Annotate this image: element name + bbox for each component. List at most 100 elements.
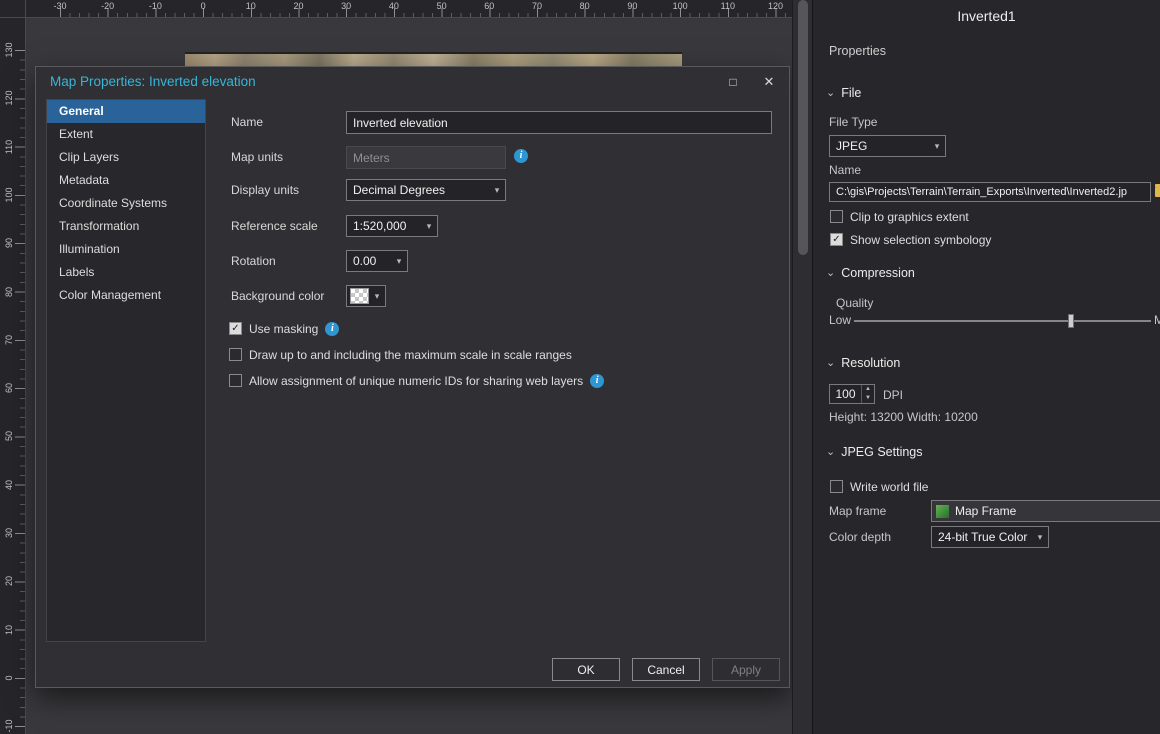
color-depth-dropdown[interactable]: 24-bit True Color ▾ <box>931 526 1049 548</box>
ruler-label: -10 <box>4 720 14 733</box>
sidebar-item-general[interactable]: General <box>47 100 205 123</box>
dpi-spinner[interactable]: 100 ▲ ▼ <box>829 384 875 404</box>
rotation-dropdown[interactable]: 0.00 ▾ <box>346 250 408 272</box>
compression-section-title: Compression <box>841 266 915 280</box>
ok-button[interactable]: OK <box>552 658 620 681</box>
selection-symbology-label[interactable]: Show selection symbology <box>850 233 991 247</box>
rotation-label: Rotation <box>231 254 276 268</box>
dialog-titlebar[interactable]: Map Properties: Inverted elevation □ ✕ <box>36 67 789 97</box>
clip-graphics-checkbox[interactable] <box>830 210 843 223</box>
sidebar-item-color-management[interactable]: Color Management <box>47 284 205 307</box>
file-section-header[interactable]: ⌄ File <box>826 86 861 100</box>
ruler-label: -10 <box>149 1 162 11</box>
sidebar-item-clip-layers[interactable]: Clip Layers <box>47 146 205 169</box>
close-icon[interactable]: ✕ <box>753 71 785 93</box>
compression-section-header[interactable]: ⌄ Compression <box>826 266 915 280</box>
reference-scale-dropdown[interactable]: 1:520,000 ▾ <box>346 215 438 237</box>
map-frame-label: Map frame <box>829 504 886 518</box>
unique-ids-checkbox[interactable] <box>229 374 242 387</box>
dpi-value: 100 <box>830 385 861 403</box>
vertical-ruler: 1301201101009080706050403020100-10 <box>0 18 26 734</box>
clip-graphics-label[interactable]: Clip to graphics extent <box>850 210 969 224</box>
export-pane: Inverted1 Properties ⌄ File File Type JP… <box>812 0 1160 734</box>
ruler-label: 110 <box>721 1 735 11</box>
dialog-title: Map Properties: Inverted elevation <box>50 74 256 89</box>
dpi-label: DPI <box>883 388 903 402</box>
dimensions-label: Height: 13200 Width: 10200 <box>829 410 978 424</box>
browse-folder-icon[interactable] <box>1155 187 1160 197</box>
ruler-label: 20 <box>4 576 14 586</box>
ruler-label: 120 <box>4 91 14 106</box>
quality-slider-track[interactable] <box>854 320 1151 322</box>
selection-symbology-row: ✓ Show selection symbology <box>830 232 991 247</box>
jpeg-settings-section-title: JPEG Settings <box>841 445 922 459</box>
map-frame-dropdown[interactable]: Map Frame ▾ <box>931 500 1160 522</box>
resolution-section-header[interactable]: ⌄ Resolution <box>826 356 900 370</box>
ruler-label: 50 <box>4 431 14 441</box>
ruler-label: 100 <box>4 187 14 202</box>
properties-label: Properties <box>829 44 886 58</box>
world-file-label[interactable]: Write world file <box>850 480 928 494</box>
chevron-down-icon: ▾ <box>489 185 505 196</box>
apply-button: Apply <box>712 658 780 681</box>
ruler-label: 60 <box>484 1 494 11</box>
color-depth-label: Color depth <box>829 530 891 544</box>
quality-slider-handle[interactable] <box>1068 314 1074 328</box>
dialog-content: Name Map units i Display units Decimal D… <box>216 99 782 644</box>
name-input[interactable] <box>346 111 772 134</box>
draw-up-to-label[interactable]: Draw up to and including the maximum sca… <box>249 348 572 362</box>
selection-symbology-checkbox[interactable]: ✓ <box>830 233 843 246</box>
file-type-dropdown[interactable]: JPEG ▾ <box>829 135 946 157</box>
chevron-down-icon: ⌄ <box>826 447 835 457</box>
ruler-label: 40 <box>4 480 14 490</box>
ruler-label: 40 <box>389 1 399 11</box>
ruler-label: -30 <box>53 1 66 11</box>
unique-ids-label[interactable]: Allow assignment of unique numeric IDs f… <box>249 374 583 388</box>
draw-up-to-checkbox[interactable] <box>229 348 242 361</box>
quality-low-label: Low <box>829 313 851 327</box>
jpeg-settings-section-header[interactable]: ⌄ JPEG Settings <box>826 445 923 459</box>
rotation-value: 0.00 <box>347 254 391 268</box>
check-icon: ✓ <box>231 323 239 334</box>
use-masking-row: ✓ Use masking i <box>229 321 339 336</box>
output-path-input[interactable] <box>829 182 1151 202</box>
sidebar-item-illumination[interactable]: Illumination <box>47 238 205 261</box>
use-masking-checkbox[interactable]: ✓ <box>229 322 242 335</box>
sidebar-item-metadata[interactable]: Metadata <box>47 169 205 192</box>
scrollbar-thumb[interactable] <box>798 0 808 255</box>
ruler-label: 0 <box>4 675 14 680</box>
maximize-icon[interactable]: □ <box>717 71 749 93</box>
ruler-label: 100 <box>673 1 688 11</box>
export-item-title: Inverted1 <box>813 8 1160 24</box>
ruler-label: 30 <box>4 528 14 538</box>
map-frame-icon <box>936 505 949 518</box>
sidebar-item-labels[interactable]: Labels <box>47 261 205 284</box>
spinner-up-icon[interactable]: ▲ <box>862 385 874 394</box>
ruler-label: 70 <box>4 335 14 345</box>
reference-scale-label: Reference scale <box>231 219 318 233</box>
chevron-down-icon: ▾ <box>391 256 407 267</box>
display-units-value: Decimal Degrees <box>347 183 489 197</box>
resolution-section-title: Resolution <box>841 356 900 370</box>
ruler-label: 90 <box>4 238 14 248</box>
map-preview-strip <box>185 52 682 66</box>
cancel-button[interactable]: Cancel <box>632 658 700 681</box>
draw-up-to-row: Draw up to and including the maximum sca… <box>229 347 572 362</box>
sidebar-item-transformation[interactable]: Transformation <box>47 215 205 238</box>
world-file-checkbox[interactable] <box>830 480 843 493</box>
use-masking-label[interactable]: Use masking <box>249 322 318 336</box>
color-depth-value: 24-bit True Color <box>932 530 1032 544</box>
info-icon[interactable]: i <box>514 149 528 163</box>
info-icon[interactable]: i <box>325 322 339 336</box>
sidebar-item-extent[interactable]: Extent <box>47 123 205 146</box>
background-color-picker[interactable]: ▾ <box>346 285 386 307</box>
chevron-down-icon: ⌄ <box>826 88 835 98</box>
spinner-down-icon[interactable]: ▼ <box>862 394 874 403</box>
sidebar-item-coordinate-systems[interactable]: Coordinate Systems <box>47 192 205 215</box>
pane-splitter[interactable] <box>792 0 812 734</box>
unique-ids-row: Allow assignment of unique numeric IDs f… <box>229 373 604 388</box>
info-icon[interactable]: i <box>590 374 604 388</box>
display-units-dropdown[interactable]: Decimal Degrees ▾ <box>346 179 506 201</box>
output-name-label: Name <box>829 163 861 177</box>
name-label: Name <box>231 115 263 129</box>
